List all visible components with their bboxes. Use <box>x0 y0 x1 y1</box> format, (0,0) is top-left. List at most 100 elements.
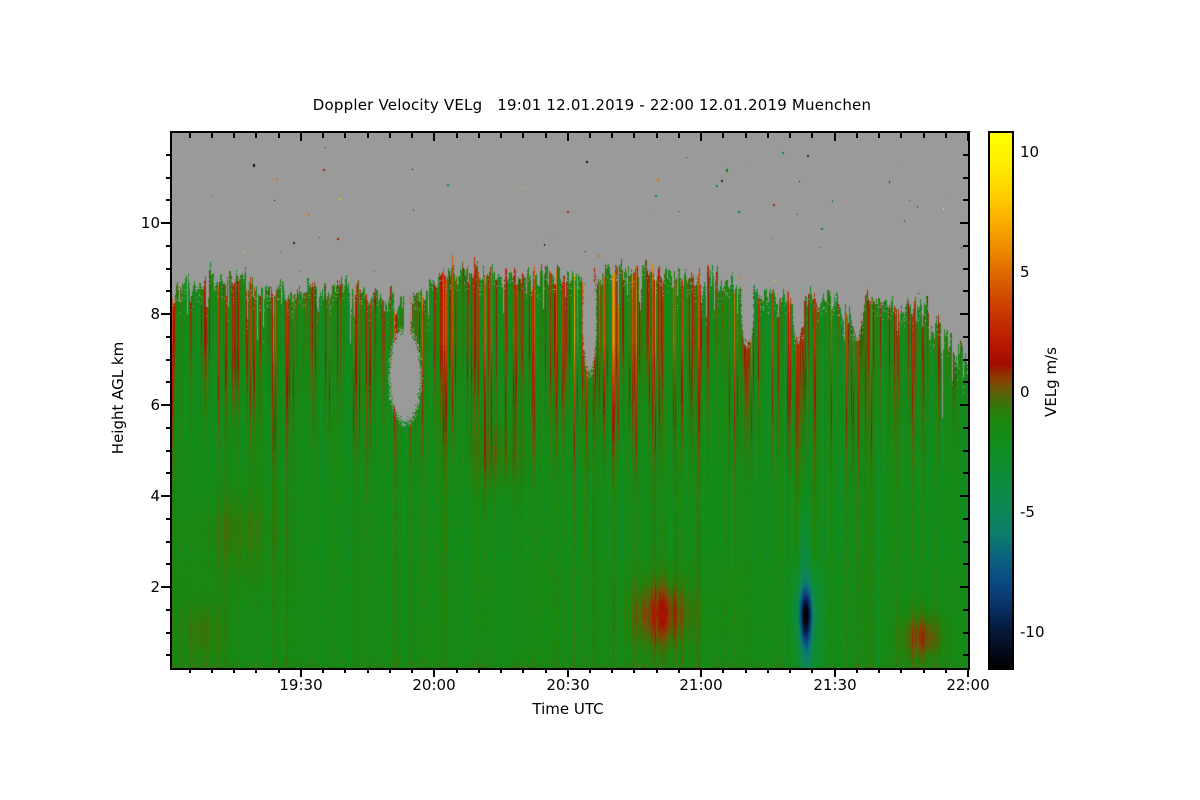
axis-tick <box>500 133 502 138</box>
axis-tick <box>367 668 369 673</box>
axis-tick <box>166 268 171 270</box>
axis-tick <box>166 199 171 201</box>
axis-tick <box>189 133 191 138</box>
axis-tick <box>767 668 769 673</box>
axis-tick <box>963 541 968 543</box>
axis-tick <box>166 290 171 292</box>
axis-tick <box>522 133 524 138</box>
y-tick-label: 4 <box>150 487 160 505</box>
axis-tick <box>161 495 170 497</box>
axis-tick <box>963 450 968 452</box>
axis-tick <box>166 472 171 474</box>
axis-tick <box>656 668 658 673</box>
axis-tick <box>255 668 257 673</box>
axis-tick <box>166 541 171 543</box>
axis-tick <box>789 668 791 673</box>
axis-tick <box>960 313 968 315</box>
axis-tick <box>963 359 968 361</box>
axis-tick <box>344 668 346 673</box>
axis-tick <box>963 199 968 201</box>
axis-tick <box>767 133 769 138</box>
axis-tick <box>166 518 171 520</box>
axis-tick <box>161 313 170 315</box>
axis-tick <box>963 609 968 611</box>
axis-tick <box>166 177 171 179</box>
axis-tick <box>589 133 591 138</box>
x-tick-label: 22:00 <box>946 676 990 694</box>
chart-title: Doppler Velocity VELg 19:01 12.01.2019 -… <box>312 96 872 114</box>
axis-tick <box>433 133 435 141</box>
x-axis-title: Time UTC <box>532 700 604 718</box>
axis-tick <box>856 133 858 138</box>
axis-tick <box>963 654 968 656</box>
axis-tick <box>700 133 702 141</box>
axis-tick <box>963 336 968 338</box>
axis-tick <box>456 133 458 138</box>
axis-tick <box>963 381 968 383</box>
axis-tick <box>963 245 968 247</box>
axis-tick <box>963 290 968 292</box>
axis-tick <box>834 133 836 141</box>
axis-tick <box>456 668 458 673</box>
axis-tick <box>166 450 171 452</box>
plot-area <box>170 131 970 670</box>
x-tick-label: 21:30 <box>813 676 857 694</box>
axis-tick <box>963 427 968 429</box>
x-tick-label: 19:30 <box>279 676 323 694</box>
y-tick-label: 10 <box>140 214 160 232</box>
axis-tick <box>633 133 635 138</box>
x-tick-label: 20:00 <box>412 676 456 694</box>
axis-tick <box>166 154 171 156</box>
x-tick-label: 20:30 <box>546 676 590 694</box>
axis-tick <box>166 336 171 338</box>
axis-tick <box>166 632 171 634</box>
axis-tick <box>211 668 213 673</box>
axis-tick <box>963 632 968 634</box>
axis-tick <box>161 222 170 224</box>
axis-tick <box>963 472 968 474</box>
axis-tick <box>367 133 369 138</box>
axis-tick <box>900 668 902 673</box>
axis-tick <box>389 133 391 138</box>
axis-tick <box>166 654 171 656</box>
axis-tick <box>900 133 902 138</box>
axis-tick <box>963 518 968 520</box>
axis-tick <box>545 668 547 673</box>
axis-tick <box>233 668 235 673</box>
axis-tick <box>166 359 171 361</box>
axis-tick <box>945 668 947 673</box>
axis-tick <box>923 133 925 138</box>
colorbar-tick-label: 5 <box>1020 263 1030 281</box>
axis-tick <box>811 133 813 138</box>
axis-tick <box>963 563 968 565</box>
axis-tick <box>278 668 280 673</box>
axis-tick <box>960 404 968 406</box>
axis-tick <box>722 668 724 673</box>
axis-tick <box>960 586 968 588</box>
x-tick-label: 21:00 <box>679 676 723 694</box>
colorbar-tick-label: 10 <box>1020 143 1040 161</box>
y-tick-label: 2 <box>150 578 160 596</box>
axis-tick <box>278 133 280 138</box>
axis-tick <box>233 133 235 138</box>
axis-tick <box>211 133 213 138</box>
axis-tick <box>300 133 302 141</box>
colorbar-tick-label: -10 <box>1020 623 1045 641</box>
axis-tick <box>166 563 171 565</box>
axis-tick <box>656 133 658 138</box>
axis-tick <box>411 668 413 673</box>
axis-tick <box>500 668 502 673</box>
colorbar-tick-label: 0 <box>1020 383 1030 401</box>
axis-tick <box>166 245 171 247</box>
colorbar-tick-label: -5 <box>1020 503 1035 521</box>
axis-tick <box>960 495 968 497</box>
axis-tick <box>611 668 613 673</box>
axis-tick <box>678 668 680 673</box>
axis-tick <box>166 427 171 429</box>
axis-tick <box>722 133 724 138</box>
axis-tick <box>633 668 635 673</box>
axis-tick <box>389 668 391 673</box>
axis-tick <box>960 222 968 224</box>
axis-tick <box>522 668 524 673</box>
heatmap-canvas <box>172 133 968 668</box>
